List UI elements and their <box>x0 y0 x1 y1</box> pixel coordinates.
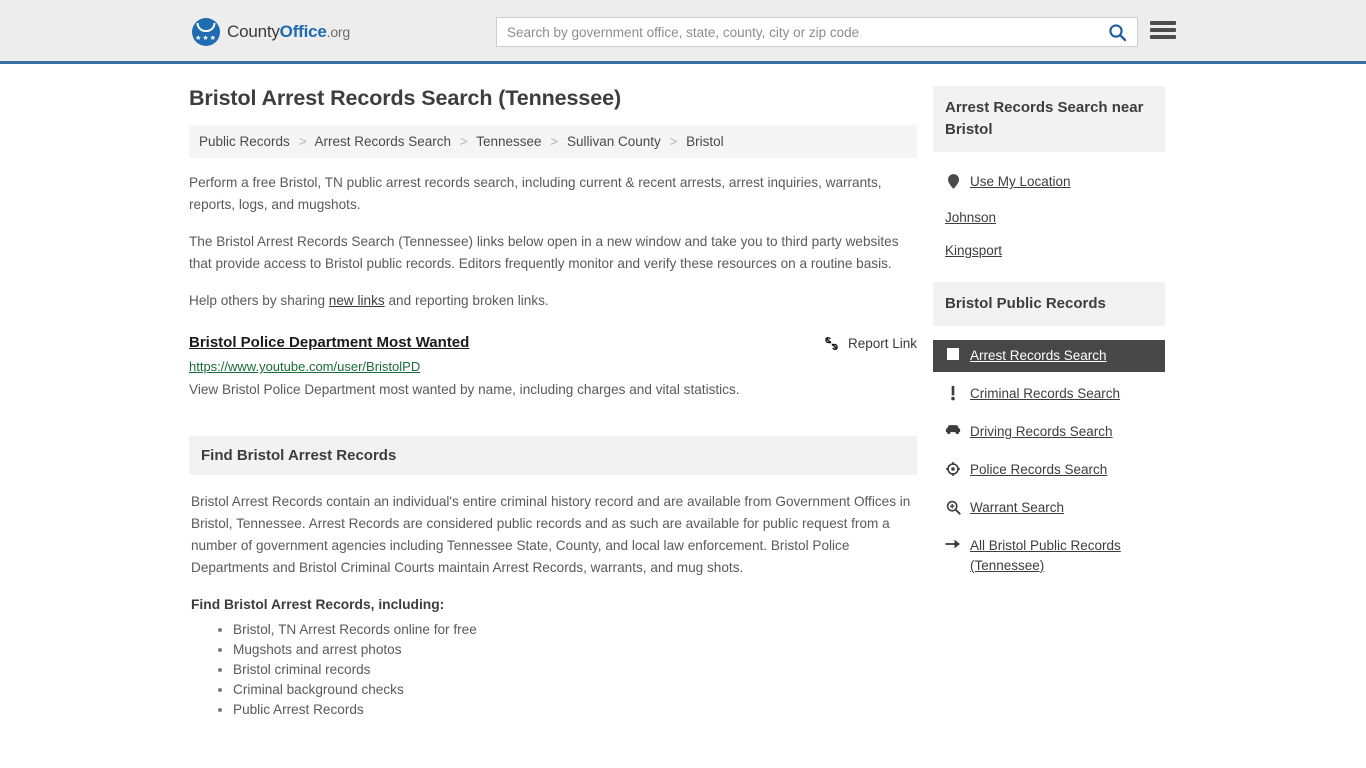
intro-paragraph-2: The Bristol Arrest Records Search (Tenne… <box>189 234 899 271</box>
eagle-logo-icon: ★★★ <box>192 18 220 46</box>
sidebar-item-police-records-search[interactable]: Police Records Search <box>933 454 1165 486</box>
find-records-paragraph: Bristol Arrest Records contain an indivi… <box>191 494 911 575</box>
main-content: Bristol Arrest Records Search (Tennessee… <box>189 86 917 720</box>
find-records-bullet-list: Bristol, TN Arrest Records online for fr… <box>191 620 915 720</box>
magnifier-plus-icon <box>945 498 961 515</box>
page-body: Bristol Arrest Records Search (Tennessee… <box>0 64 1366 720</box>
site-header: ★★★ CountyOffice.org <box>0 0 1366 64</box>
search-button[interactable] <box>1097 18 1137 46</box>
search-bar[interactable] <box>496 17 1138 47</box>
breadcrumb-item-bristol[interactable]: Bristol <box>686 134 724 149</box>
share-text-before: Help others by sharing <box>189 293 329 308</box>
use-my-location-label: Use My Location <box>970 174 1071 189</box>
breadcrumb-item-arrest-records-search[interactable]: Arrest Records Search <box>314 134 451 149</box>
breadcrumb-separator: > <box>298 134 307 149</box>
list-item: Mugshots and arrest photos <box>233 640 915 660</box>
list-item: Public Arrest Records <box>233 700 915 720</box>
arrow-right-icon <box>945 536 961 550</box>
intro-paragraph-3: Help others by sharing new links and rep… <box>189 290 917 312</box>
listing-url[interactable]: https://www.youtube.com/user/BristolPD <box>189 359 917 374</box>
breadcrumb-item-public-records[interactable]: Public Records <box>199 134 290 149</box>
list-item: Bristol criminal records <box>233 660 915 680</box>
sidebar-public-records-heading-band: Bristol Public Records <box>933 282 1165 326</box>
report-link-button[interactable]: Report Link <box>823 334 917 352</box>
breadcrumb: Public Records > Arrest Records Search >… <box>189 125 917 158</box>
breadcrumb-separator: > <box>550 134 559 149</box>
list-item: Bristol, TN Arrest Records online for fr… <box>233 620 915 640</box>
find-records-body: Bristol Arrest Records contain an indivi… <box>189 475 917 720</box>
brand-text: CountyOffice.org <box>227 22 350 42</box>
search-icon <box>1108 23 1126 41</box>
exclamation-icon <box>945 384 961 401</box>
sidebar-card-public-records: Bristol Public Records Arrest Records Se… <box>933 282 1165 582</box>
sidebar-item-label: Warrant Search <box>970 500 1065 515</box>
sidebar-item-label: Driving Records Search <box>970 424 1113 439</box>
brand-part-county: County <box>227 22 280 41</box>
square-icon <box>945 346 961 360</box>
sidebar-item-criminal-records-search[interactable]: Criminal Records Search <box>933 378 1165 410</box>
sidebar: Arrest Records Search near Bristol Use M… <box>933 86 1165 720</box>
breadcrumb-item-tennessee[interactable]: Tennessee <box>476 134 541 149</box>
sidebar-near-heading: Arrest Records Search near Bristol <box>945 99 1144 138</box>
broken-link-icon <box>825 337 838 350</box>
sidebar-item-label: Arrest Records Search <box>970 348 1107 363</box>
share-text-after: and reporting broken links. <box>384 293 549 308</box>
sidebar-item-warrant-search[interactable]: Warrant Search <box>933 492 1165 524</box>
police-badge-icon <box>945 460 961 476</box>
find-records-list-heading: Find Bristol Arrest Records, including: <box>191 597 445 612</box>
sidebar-public-records-heading: Bristol Public Records <box>945 295 1106 312</box>
site-logo[interactable]: ★★★ CountyOffice.org <box>192 18 350 46</box>
sidebar-item-label: All Bristol Public Records (Tennessee) <box>970 538 1121 573</box>
intro-paragraph-1: Perform a free Bristol, TN public arrest… <box>189 175 882 212</box>
breadcrumb-separator: > <box>459 134 468 149</box>
brand-part-office: Office <box>279 22 327 41</box>
sidebar-city-kingsport[interactable]: Kingsport <box>933 237 1165 264</box>
map-pin-icon <box>945 172 961 189</box>
sidebar-item-label: Police Records Search <box>970 462 1108 477</box>
sidebar-card-near: Arrest Records Search near Bristol Use M… <box>933 86 1165 264</box>
sidebar-item-arrest-records-search[interactable]: Arrest Records Search <box>933 340 1165 372</box>
search-input[interactable] <box>497 18 1097 46</box>
breadcrumb-item-sullivan-county[interactable]: Sullivan County <box>567 134 661 149</box>
listing-description: View Bristol Police Department most want… <box>189 382 740 397</box>
sidebar-near-heading-band: Arrest Records Search near Bristol <box>933 86 1165 152</box>
sidebar-public-records-list: Arrest Records Search Criminal Records S… <box>933 326 1165 582</box>
car-icon <box>945 422 961 435</box>
new-links-link[interactable]: new links <box>329 293 385 308</box>
find-records-heading: Find Bristol Arrest Records <box>201 447 397 464</box>
page-title: Bristol Arrest Records Search (Tennessee… <box>189 86 622 110</box>
list-item: Criminal background checks <box>233 680 915 700</box>
sidebar-item-all-public-records[interactable]: All Bristol Public Records (Tennessee) <box>933 530 1165 582</box>
result-listing: Bristol Police Department Most Wanted Re… <box>189 334 917 400</box>
report-link-label: Report Link <box>847 336 917 351</box>
sidebar-near-list: Use My Location Johnson Kingsport <box>933 152 1165 264</box>
use-my-location-button[interactable]: Use My Location <box>933 166 1165 198</box>
sidebar-item-label: Criminal Records Search <box>970 386 1121 401</box>
logo-stars: ★★★ <box>195 35 217 42</box>
breadcrumb-separator: > <box>669 134 678 149</box>
listing-title-link[interactable]: Bristol Police Department Most Wanted <box>189 334 469 351</box>
sidebar-city-johnson[interactable]: Johnson <box>933 204 1165 231</box>
find-records-heading-band: Find Bristol Arrest Records <box>189 436 917 475</box>
hamburger-menu-icon[interactable] <box>1150 19 1176 41</box>
brand-part-org: .org <box>326 24 351 40</box>
sidebar-item-driving-records-search[interactable]: Driving Records Search <box>933 416 1165 448</box>
